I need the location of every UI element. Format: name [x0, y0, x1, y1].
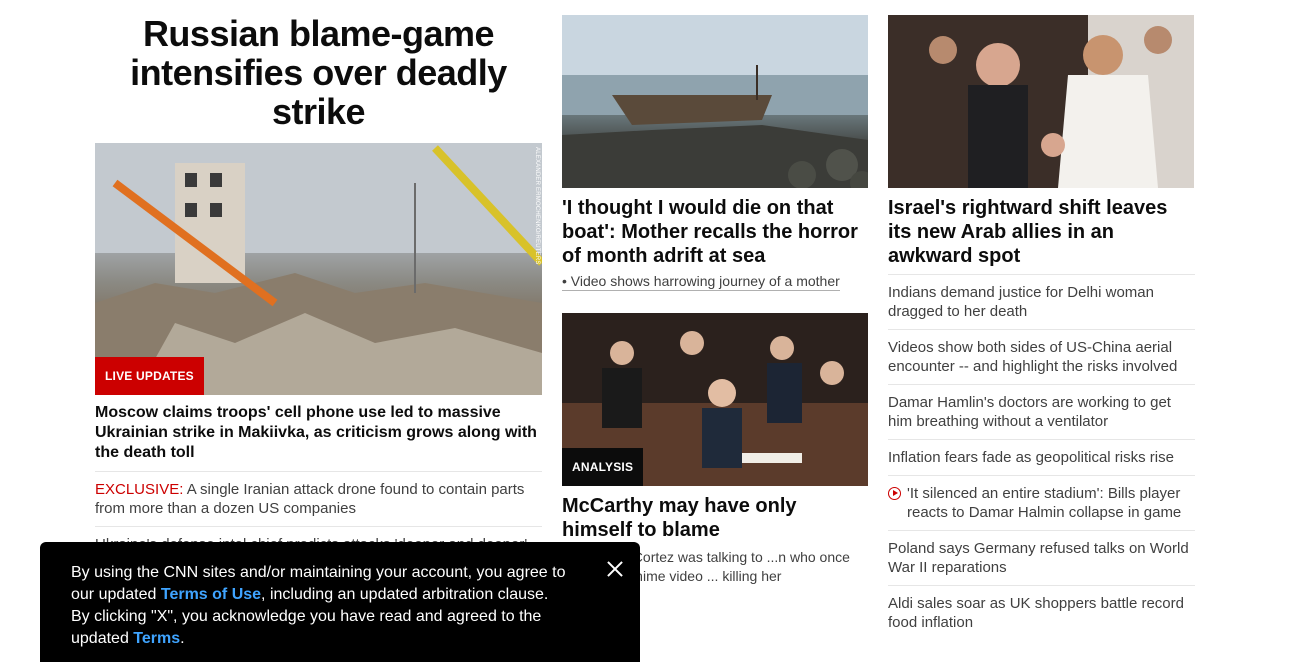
congress-image[interactable]: ANALYSIS: [562, 313, 868, 486]
list-item[interactable]: Indians demand justice for Delhi woman d…: [888, 274, 1195, 329]
story-card[interactable]: 'I thought I would die on that boat': Mo…: [562, 15, 868, 291]
close-icon[interactable]: [606, 560, 624, 578]
list-item[interactable]: Damar Hamlin's doctors are working to ge…: [888, 384, 1195, 439]
video-link[interactable]: • Video shows harrowing journey of a mot…: [562, 272, 840, 291]
terms-link[interactable]: Terms: [133, 630, 180, 647]
middle-column: 'I thought I would die on that boat': Mo…: [562, 15, 868, 586]
list-item[interactable]: Poland says Germany refused talks on Wor…: [888, 530, 1195, 585]
lead-image[interactable]: ALEXANDER ERMOCHENKO/REUTERS LIVE UPDATE…: [95, 143, 542, 395]
story-headline[interactable]: 'I thought I would die on that boat': Mo…: [562, 196, 868, 268]
analysis-badge[interactable]: ANALYSIS: [562, 448, 644, 486]
list-item-text: Aldi sales soar as UK shoppers battle re…: [888, 595, 1184, 631]
consent-text: .: [180, 630, 185, 647]
play-icon: [888, 487, 901, 500]
consent-banner: By using the CNN sites and/or maintainin…: [40, 542, 640, 662]
list-item[interactable]: Videos show both sides of US-China aeria…: [888, 329, 1195, 384]
list-item-text: Inflation fears fade as geopolitical ris…: [888, 449, 1174, 466]
list-item-text: Damar Hamlin's doctors are working to ge…: [888, 394, 1171, 430]
handshake-scene: [888, 15, 1194, 188]
list-item[interactable]: Inflation fears fade as geopolitical ris…: [888, 439, 1195, 475]
boat-scene: [562, 15, 868, 188]
terms-of-use-link[interactable]: Terms of Use: [161, 586, 261, 603]
live-updates-badge[interactable]: LIVE UPDATES: [95, 357, 204, 395]
list-item-text: Poland says Germany refused talks on Wor…: [888, 540, 1189, 576]
israel-image[interactable]: [888, 15, 1194, 188]
lead-story: Russian blame-game intensifies over dead…: [95, 14, 542, 563]
list-item-text: Videos show both sides of US-China aeria…: [888, 339, 1178, 375]
lead-headline[interactable]: Russian blame-game intensifies over dead…: [95, 14, 542, 131]
exclusive-tag: EXCLUSIVE:: [95, 481, 184, 498]
boat-image[interactable]: [562, 15, 868, 188]
list-item-text: 'It silenced an entire stadium': Bills p…: [907, 485, 1182, 521]
list-item[interactable]: EXCLUSIVE: A single Iranian attack drone…: [95, 472, 542, 527]
list-item[interactable]: Aldi sales soar as UK shoppers battle re…: [888, 585, 1195, 640]
image-credit: ALEXANDER ERMOCHENKO/REUTERS: [534, 147, 540, 265]
list-item-text: Indians demand justice for Delhi woman d…: [888, 284, 1154, 320]
story-headline[interactable]: McCarthy may have only himself to blame: [562, 494, 868, 542]
right-column: Israel's rightward shift leaves its new …: [888, 15, 1195, 640]
list-item[interactable]: 'It silenced an entire stadium': Bills p…: [888, 475, 1195, 530]
lead-subheadline[interactable]: Moscow claims troops' cell phone use led…: [95, 403, 542, 472]
story-headline[interactable]: Israel's rightward shift leaves its new …: [888, 196, 1195, 268]
